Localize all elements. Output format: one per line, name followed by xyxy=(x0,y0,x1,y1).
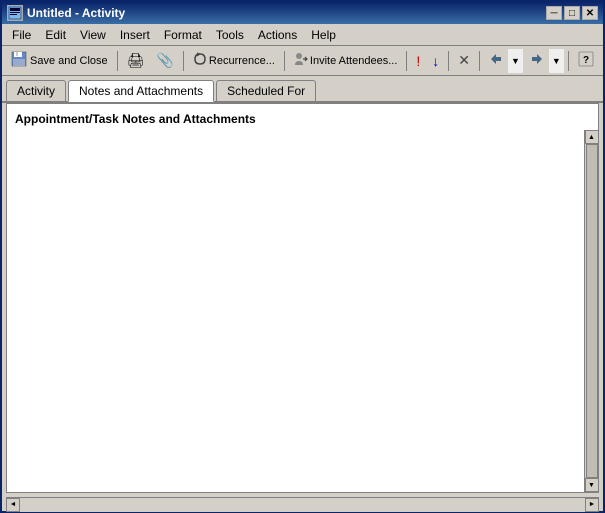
delete-button[interactable]: ✕ xyxy=(453,49,475,73)
save-close-button[interactable]: Save and Close xyxy=(6,49,113,73)
separator-6 xyxy=(479,51,480,71)
scroll-thumb[interactable] xyxy=(586,144,598,478)
main-window: Untitled - Activity ─ □ ✕ File Edit View… xyxy=(0,0,605,513)
h-scroll-track xyxy=(20,498,585,512)
tabs-container: Activity Notes and Attachments Scheduled… xyxy=(2,76,603,103)
menu-format[interactable]: Format xyxy=(158,26,208,44)
title-buttons: ─ □ ✕ xyxy=(546,6,598,20)
invite-button[interactable]: Invite Attendees... xyxy=(289,49,402,73)
window-icon xyxy=(7,5,23,21)
next-dropdown-button[interactable]: ▼ xyxy=(549,49,564,73)
print-icon: 🖨 xyxy=(127,52,145,69)
separator-3 xyxy=(284,51,285,71)
menu-bar: File Edit View Insert Format Tools Actio… xyxy=(2,24,603,46)
separator-2 xyxy=(183,51,184,71)
close-button[interactable]: ✕ xyxy=(582,6,598,20)
importance-high-icon: ! xyxy=(416,53,420,69)
tab-activity[interactable]: Activity xyxy=(6,80,66,101)
recurrence-label: Recurrence... xyxy=(209,55,275,67)
vertical-scrollbar[interactable]: ▲ ▼ xyxy=(584,130,598,492)
svg-text:?: ? xyxy=(583,55,589,66)
help-toolbar-button[interactable]: ? xyxy=(573,49,599,73)
prev-dropdown-button[interactable]: ▼ xyxy=(508,49,523,73)
separator-7 xyxy=(568,51,569,71)
menu-insert[interactable]: Insert xyxy=(114,26,156,44)
prev-icon xyxy=(489,52,503,69)
separator-1 xyxy=(117,51,118,71)
scroll-left-button[interactable]: ◄ xyxy=(6,498,20,512)
importance-low-icon: ↓ xyxy=(432,53,439,69)
minimize-button[interactable]: ─ xyxy=(546,6,562,20)
maximize-button[interactable]: □ xyxy=(564,6,580,20)
menu-edit[interactable]: Edit xyxy=(39,26,72,44)
separator-4 xyxy=(406,51,407,71)
recurrence-button[interactable]: Recurrence... xyxy=(188,49,280,73)
invite-icon xyxy=(294,52,308,69)
menu-actions[interactable]: Actions xyxy=(252,26,303,44)
prev-dropdown-icon: ▼ xyxy=(511,56,520,66)
title-bar: Untitled - Activity ─ □ ✕ xyxy=(2,2,603,24)
importance-low-button[interactable]: ↓ xyxy=(427,49,444,73)
scroll-right-button[interactable]: ► xyxy=(585,498,599,512)
separator-5 xyxy=(448,51,449,71)
content-header: Appointment/Task Notes and Attachments xyxy=(7,104,598,130)
attach-button[interactable]: 📎 xyxy=(151,49,178,73)
attachment-icon: 📎 xyxy=(156,52,173,69)
next-icon xyxy=(530,52,544,69)
prev-button[interactable] xyxy=(484,49,508,73)
menu-file[interactable]: File xyxy=(6,26,37,44)
menu-tools[interactable]: Tools xyxy=(210,26,250,44)
save-close-label: Save and Close xyxy=(30,55,108,67)
scroll-down-button[interactable]: ▼ xyxy=(585,478,599,492)
next-nav-group: ▼ xyxy=(525,49,564,73)
horizontal-scrollbar[interactable]: ◄ ► xyxy=(6,497,599,511)
recurrence-icon xyxy=(193,52,207,69)
next-button[interactable] xyxy=(525,49,549,73)
help-icon: ? xyxy=(578,51,594,70)
tab-notes[interactable]: Notes and Attachments xyxy=(68,80,214,102)
tab-notes-label: Notes and Attachments xyxy=(79,84,203,98)
tab-activity-label: Activity xyxy=(17,84,55,98)
tab-scheduled-label: Scheduled For xyxy=(227,84,305,98)
window-title: Untitled - Activity xyxy=(27,6,125,20)
content-area: Appointment/Task Notes and Attachments ▲… xyxy=(6,103,599,493)
content-body[interactable]: ▲ ▼ xyxy=(7,130,598,492)
delete-icon: ✕ xyxy=(458,52,470,69)
toolbar: Save and Close 🖨 📎 Recurrence... xyxy=(2,46,603,76)
menu-help[interactable]: Help xyxy=(305,26,342,44)
menu-view[interactable]: View xyxy=(74,26,112,44)
invite-label: Invite Attendees... xyxy=(310,55,397,67)
title-bar-left: Untitled - Activity xyxy=(7,5,125,21)
next-dropdown-icon: ▼ xyxy=(552,56,561,66)
tab-scheduled[interactable]: Scheduled For xyxy=(216,80,316,101)
scroll-up-button[interactable]: ▲ xyxy=(585,130,599,144)
prev-nav-group: ▼ xyxy=(484,49,523,73)
save-icon xyxy=(11,51,27,70)
importance-high-button[interactable]: ! xyxy=(411,49,425,73)
print-button[interactable]: 🖨 xyxy=(122,49,150,73)
